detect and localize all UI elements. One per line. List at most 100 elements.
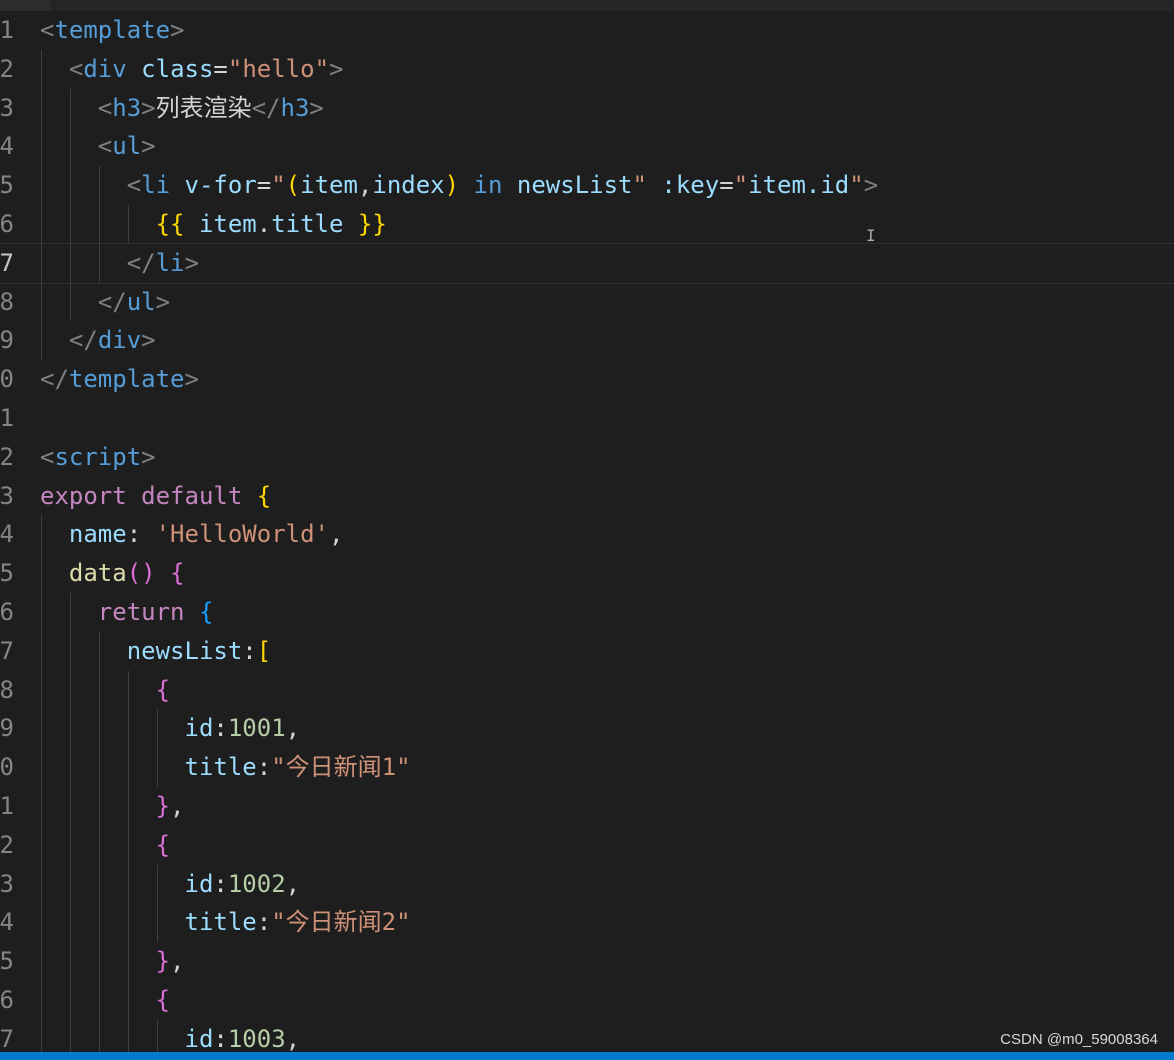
code-line[interactable]: 7 id:1003, (0, 1019, 1174, 1052)
code-text: <li v-for="(item,index) in newsList" :ke… (40, 166, 878, 205)
code-line[interactable]: 4 title:"今日新闻2" (0, 903, 1174, 943)
code-token: , (285, 869, 301, 898)
code-token: default (141, 481, 243, 510)
code-token: h3 (112, 93, 142, 122)
code-text: id:1002, (40, 865, 301, 904)
code-token: </ (97, 287, 127, 316)
code-text: id:1003, (40, 1020, 301, 1052)
code-token: newsList (516, 171, 633, 200)
code-token: li (141, 171, 171, 200)
line-number: 5 (0, 559, 14, 588)
code-token: { (155, 675, 171, 704)
code-token: script (54, 442, 142, 471)
code-line[interactable]: 4 name: 'HelloWorld', (0, 515, 1174, 555)
code-token: "hello" (227, 54, 330, 83)
code-line[interactable]: 5 data() { (0, 554, 1174, 593)
code-line[interactable]: 1 <template> (0, 11, 1174, 50)
line-number: 9 (0, 714, 14, 743)
code-token: { (155, 985, 171, 1014)
code-token: </ (126, 248, 156, 277)
code-line[interactable]: 0 </template> (0, 360, 1174, 399)
code-token: } (155, 791, 171, 820)
code-token: "今日新闻2" (271, 908, 411, 937)
code-token: name (68, 520, 127, 549)
code-token: item (198, 209, 257, 238)
code-text: data() { (40, 554, 185, 593)
code-line[interactable]: 7 </li> (0, 242, 1174, 284)
line-number: 8 (0, 675, 14, 704)
code-line[interactable]: 8 { (0, 670, 1174, 710)
code-token: > (170, 16, 185, 44)
code-line[interactable]: 2 { (0, 825, 1174, 865)
code-token: , (285, 714, 301, 743)
code-token: < (68, 54, 84, 83)
code-token: : (213, 714, 228, 743)
code-token: , (357, 171, 373, 200)
code-token: < (126, 171, 142, 200)
code-text: { (40, 826, 170, 865)
line-number: 7 (0, 248, 14, 277)
line-number: 3 (0, 93, 14, 122)
code-token: item (300, 171, 358, 200)
code-token: " (733, 171, 749, 200)
code-token: :key (661, 171, 720, 200)
code-token: " (632, 171, 647, 200)
code-line[interactable]: 0 title:"今日新闻1" (0, 748, 1174, 787)
code-text: return { (40, 593, 214, 632)
code-token: : (242, 636, 257, 665)
code-token: , (329, 520, 344, 549)
code-line[interactable]: 6 return { (0, 592, 1174, 632)
code-line[interactable]: 7 newsList:[ (0, 631, 1174, 671)
code-line[interactable]: 6 { (0, 980, 1174, 1020)
code-line[interactable]: 2 <script> (0, 438, 1174, 477)
code-line[interactable]: 3 id:1002, (0, 864, 1174, 904)
line-number: 2 (0, 442, 14, 471)
code-text: <div class="hello"> (40, 50, 344, 89)
code-text: {{ item.title }} (40, 205, 387, 244)
code-token: " (271, 171, 286, 200)
editor-tab[interactable] (0, 0, 50, 11)
code-token: export (40, 481, 127, 510)
code-line[interactable]: 5 }, (0, 942, 1174, 981)
code-line[interactable]: 6 {{ item.title }} (0, 204, 1174, 244)
code-token: 1001 (227, 714, 286, 743)
code-line[interactable]: 8 </ul> (0, 282, 1174, 322)
code-line[interactable]: 9 </div> (0, 321, 1174, 361)
code-line[interactable]: 9 id:1001, (0, 709, 1174, 749)
code-line[interactable]: 3 <h3>列表渲染</h3> (0, 88, 1174, 128)
code-token: , (170, 791, 185, 820)
code-token: , (170, 947, 185, 976)
code-line[interactable]: 1 (0, 399, 1174, 438)
code-token: > (863, 171, 879, 200)
code-token: { (256, 481, 272, 510)
code-token: "今日新闻1" (271, 753, 411, 782)
code-line[interactable]: 1 }, (0, 786, 1174, 826)
code-token: > (141, 93, 156, 122)
code-text: export default { (40, 477, 271, 516)
code-text: }, (40, 787, 185, 826)
code-token: title (184, 908, 257, 937)
code-line[interactable]: 4 <ul> (0, 127, 1174, 167)
code-editor[interactable]: 1 <template> 2 <div class="hello"> 3 <h3>列表… (0, 11, 1174, 1052)
code-line[interactable]: 5 <li v-for="(item,index) in newsList" :… (0, 166, 1174, 205)
code-text: </ul> (40, 283, 170, 322)
code-token: item.id (748, 171, 850, 200)
code-line[interactable]: 3 export default { (0, 477, 1174, 516)
code-token: ) (444, 171, 460, 200)
code-text: { (40, 671, 170, 710)
code-text: name: 'HelloWorld', (40, 515, 344, 554)
code-token: div (83, 54, 127, 83)
code-line[interactable]: 2 <div class="hello"> (0, 49, 1174, 89)
code-token: > (141, 326, 156, 355)
code-token: { (170, 559, 185, 588)
